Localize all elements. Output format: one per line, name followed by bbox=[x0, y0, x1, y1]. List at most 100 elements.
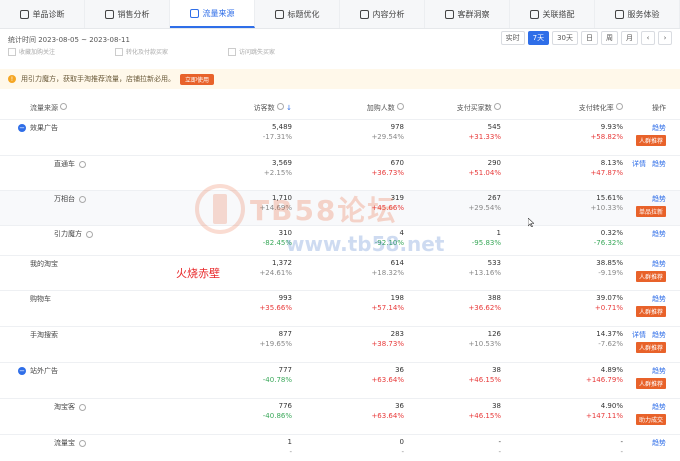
buyers-cell: 1 -95.83% bbox=[405, 226, 502, 256]
next-period-button[interactable]: › bbox=[658, 31, 672, 45]
tab-1[interactable]: 销售分析 bbox=[85, 0, 170, 28]
help-icon[interactable] bbox=[494, 103, 501, 110]
visitors-value: 1,372 bbox=[271, 259, 292, 267]
col-source: 流量来源 bbox=[0, 97, 221, 120]
rate-change: +10.33% bbox=[590, 204, 623, 212]
diagnosis-icon bbox=[19, 9, 29, 19]
table-row: − 效果广告 5,489 -17.31% 978 +29.54% 545 +31.33% 9.9… bbox=[0, 119, 680, 156]
action-tag-button[interactable]: 单品拉新 bbox=[635, 206, 666, 217]
buyers-value: 38 bbox=[492, 402, 501, 410]
tab-0[interactable]: 单品诊断 bbox=[0, 0, 85, 28]
tab-6[interactable]: 关联搭配 bbox=[510, 0, 595, 28]
collapse-icon[interactable]: − bbox=[18, 367, 26, 375]
trend-link[interactable]: 趋势 bbox=[652, 402, 666, 412]
rate-cell: 4.90% +147.11% bbox=[502, 399, 624, 435]
metric-checkbox[interactable]: 转化及付款买家 bbox=[115, 47, 168, 56]
actions-cell: 趋势 bbox=[624, 226, 680, 256]
help-icon[interactable] bbox=[79, 160, 86, 168]
rate-value: - bbox=[620, 438, 623, 446]
source-name: 万相台 bbox=[54, 195, 75, 203]
checkbox-icon[interactable] bbox=[115, 47, 124, 56]
checkbox-icon[interactable] bbox=[228, 47, 237, 56]
col-visitors[interactable]: 访客数 ↓ bbox=[221, 97, 293, 120]
buyers-change: +10.53% bbox=[468, 340, 501, 348]
cart-value: 978 bbox=[390, 123, 404, 131]
collapse-icon[interactable]: − bbox=[18, 124, 26, 132]
period-button[interactable]: 7天 bbox=[527, 31, 550, 45]
watermark-logo bbox=[195, 184, 245, 234]
trend-link[interactable]: 趋势 bbox=[652, 229, 666, 239]
buyers-change: +46.15% bbox=[468, 376, 501, 384]
period-button[interactable]: 周 bbox=[601, 31, 618, 45]
sort-desc-icon[interactable]: ↓ bbox=[286, 104, 292, 112]
period-button[interactable]: 实时 bbox=[500, 31, 525, 45]
source-name: 引力魔方 bbox=[54, 230, 82, 238]
action-tag-button[interactable]: 人群推荐 bbox=[635, 378, 666, 389]
cart-cell: 978 +29.54% bbox=[293, 120, 405, 156]
action-tag-button[interactable]: 人群推荐 bbox=[635, 306, 666, 317]
help-icon[interactable] bbox=[276, 103, 284, 110]
cart-value: 198 bbox=[390, 294, 404, 302]
col-cart[interactable]: 加购人数 bbox=[293, 97, 405, 120]
help-icon[interactable] bbox=[397, 103, 404, 110]
tab-5[interactable]: 客群洞察 bbox=[425, 0, 510, 28]
action-tag-button[interactable]: 人群推荐 bbox=[635, 271, 666, 282]
tab-7[interactable]: 服务体验 bbox=[595, 0, 680, 28]
trend-link[interactable]: 趋势 bbox=[652, 330, 666, 340]
banner-action-button[interactable]: 立即使用 bbox=[180, 73, 215, 85]
details-link[interactable]: 详情 bbox=[632, 159, 646, 169]
trend-link[interactable]: 趋势 bbox=[652, 366, 666, 376]
source-cell: 直通车 bbox=[54, 159, 220, 169]
cart-cell: 319 +45.66% bbox=[293, 191, 405, 226]
details-link[interactable]: 详情 bbox=[632, 330, 646, 340]
trend-link[interactable]: 趋势 bbox=[652, 438, 666, 448]
trend-link[interactable]: 趋势 bbox=[652, 123, 666, 133]
action-tag-button[interactable]: 人群推荐 bbox=[635, 342, 666, 353]
buyers-value: 545 bbox=[487, 123, 501, 131]
banner-text: 用引力魔方，获取手淘推荐流量，店铺拉新必用。 bbox=[21, 75, 175, 83]
rate-value: 0.32% bbox=[600, 229, 623, 237]
rate-value: 38.85% bbox=[596, 259, 623, 267]
checkbox-icon[interactable] bbox=[8, 47, 16, 56]
period-button[interactable]: 月 bbox=[621, 31, 638, 45]
cart-value: 4 bbox=[399, 229, 404, 237]
tab-4[interactable]: 内容分析 bbox=[340, 0, 425, 28]
tab-2[interactable]: 流量来源 bbox=[170, 0, 255, 28]
rate-cell: 4.89% +146.79% bbox=[502, 363, 624, 399]
help-icon[interactable] bbox=[79, 439, 86, 447]
trend-link[interactable]: 趋势 bbox=[652, 259, 666, 269]
service-icon bbox=[614, 9, 624, 19]
help-icon[interactable] bbox=[86, 230, 93, 238]
trend-link[interactable]: 趋势 bbox=[652, 159, 666, 169]
tab-3[interactable]: 标题优化 bbox=[255, 0, 340, 28]
rate-value: 4.90% bbox=[600, 402, 623, 410]
prev-period-button[interactable]: ‹ bbox=[641, 31, 655, 45]
visitors-cell: 993 +35.66% bbox=[221, 291, 293, 327]
rate-value: 9.93% bbox=[600, 123, 623, 131]
help-icon[interactable] bbox=[616, 103, 623, 110]
period-button[interactable]: 30天 bbox=[552, 31, 578, 45]
col-rate[interactable]: 支付转化率 bbox=[502, 97, 624, 120]
cart-cell: 670 +36.73% bbox=[293, 156, 405, 191]
rate-cell: 39.07% +0.71% bbox=[502, 291, 624, 327]
period-button[interactable]: 日 bbox=[581, 31, 598, 45]
metric-checkbox[interactable]: 访问跳失买家 bbox=[228, 47, 275, 56]
link-icon bbox=[529, 9, 539, 19]
source-cell: − 效果广告 bbox=[18, 123, 220, 133]
visitors-cell: 1- bbox=[221, 435, 293, 461]
cart-change: +36.73% bbox=[371, 169, 404, 177]
action-tag-button[interactable]: 助力成交 bbox=[635, 414, 666, 425]
metric-checkbox[interactable]: 收藏加购关注 bbox=[8, 47, 55, 56]
trend-link[interactable]: 趋势 bbox=[652, 194, 666, 204]
action-tag-button[interactable]: 人群推荐 bbox=[635, 135, 666, 146]
rate-value: 14.37% bbox=[596, 330, 623, 338]
help-icon[interactable] bbox=[79, 195, 86, 203]
source-name: 直通车 bbox=[54, 160, 75, 168]
visitors-change: -40.78% bbox=[262, 376, 292, 384]
help-icon[interactable] bbox=[79, 403, 86, 411]
promo-banner: ! 用引力魔方，获取手淘推荐流量，店铺拉新必用。 立即使用 bbox=[0, 69, 680, 89]
help-icon[interactable] bbox=[60, 103, 68, 110]
trend-link[interactable]: 趋势 bbox=[652, 294, 666, 304]
actions-cell: 趋势 bbox=[624, 435, 680, 461]
col-buyers[interactable]: 支付买家数 bbox=[405, 97, 502, 120]
